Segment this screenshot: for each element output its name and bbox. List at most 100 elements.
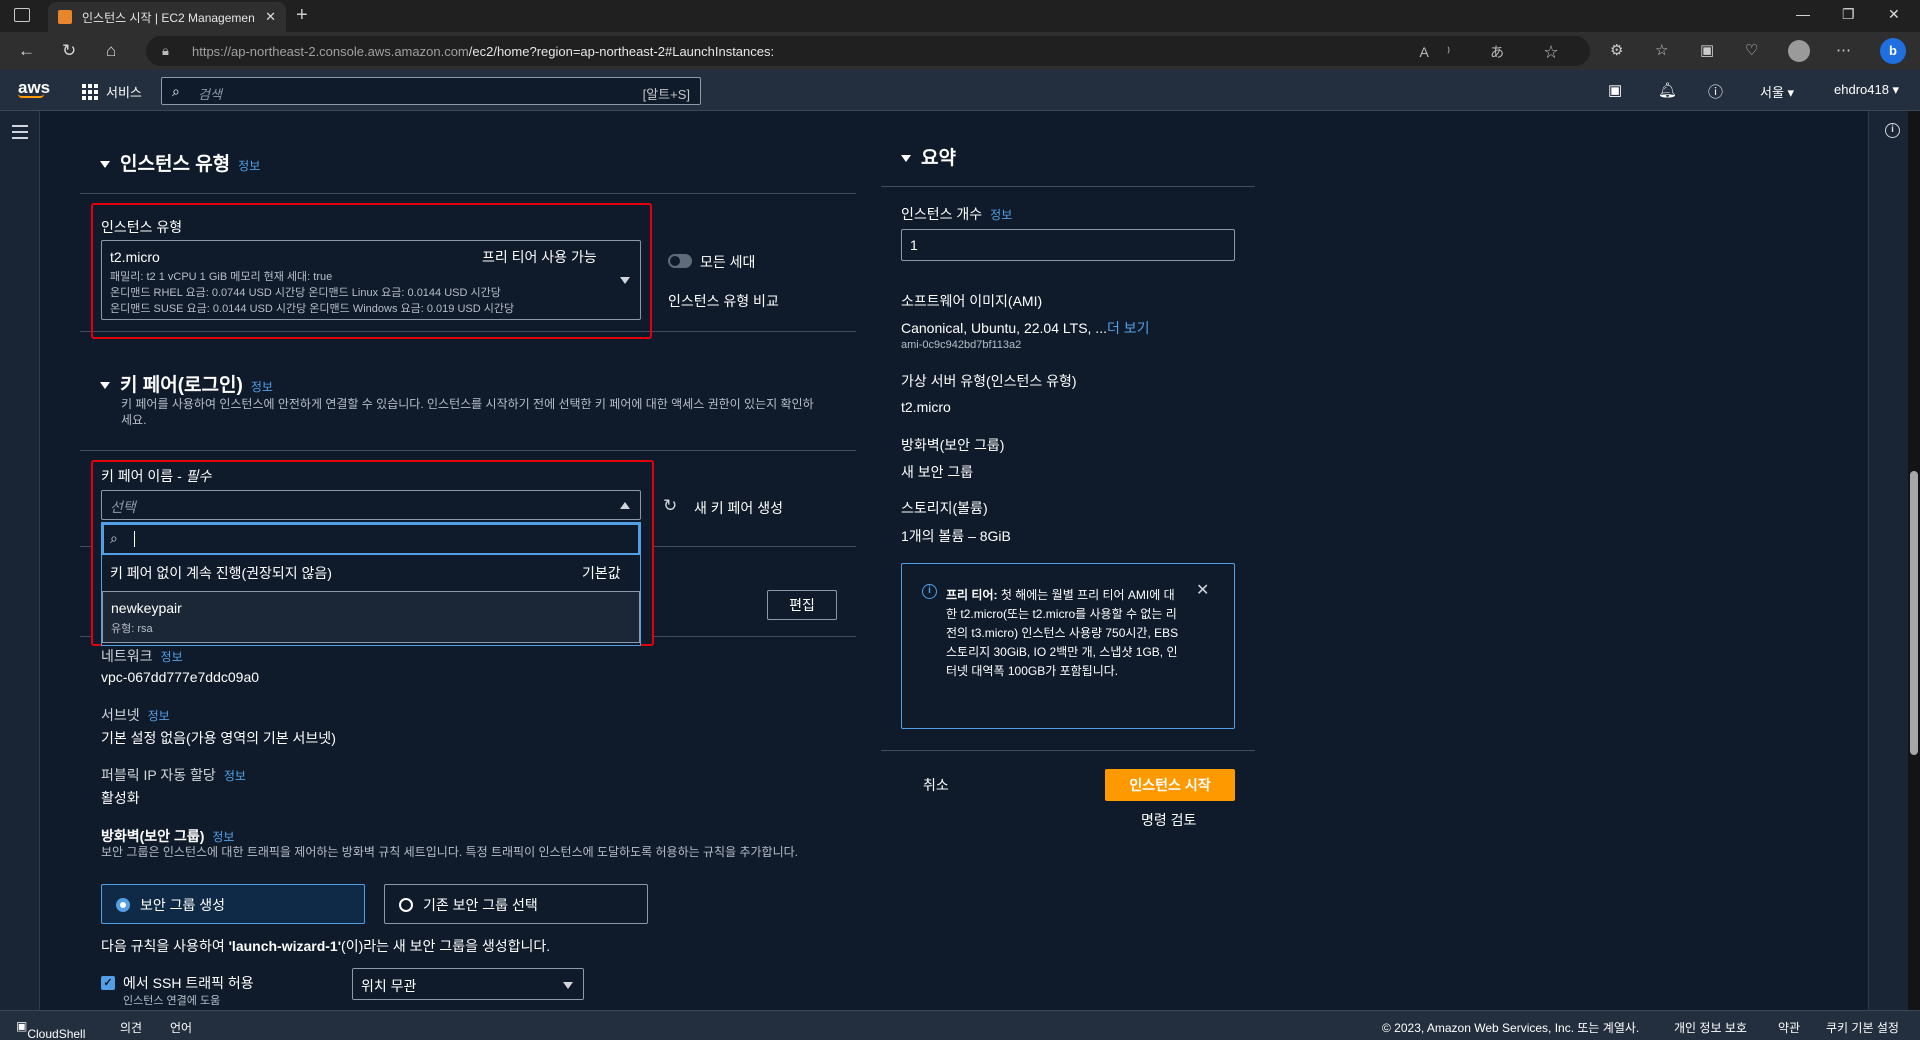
option-label: newkeypair (111, 600, 182, 616)
ssh-checkbox[interactable]: ✓ (101, 976, 115, 990)
copyright-text: © 2023, Amazon Web Services, Inc. 또는 계열사… (1382, 1021, 1640, 1035)
close-window-icon[interactable]: ✕ (1888, 6, 1900, 23)
collapse-icon (100, 161, 110, 169)
browser-tab[interactable]: 인스턴스 시작 | EC2 Managemen ✕ (48, 2, 286, 32)
back-icon[interactable]: ← (18, 41, 35, 61)
instance-type-section: 인스턴스 유형 정보 인스턴스 유형 t2.micro 프리 티어 사용 가능 패… (80, 121, 856, 339)
browser-tab-bar: 인스턴스 시작 | EC2 Managemen ✕ + — ❐ ✕ (0, 0, 1920, 32)
radio-selected (116, 898, 130, 912)
info-link[interactable]: 정보 (238, 159, 260, 173)
aws-logo-text: aws (18, 78, 51, 97)
launch-form: 인스턴스 유형 정보 인스턴스 유형 t2.micro 프리 티어 사용 가능 패… (80, 111, 856, 1010)
key-pair-option-newkeypair[interactable]: newkeypair 유형: rsa (102, 591, 640, 643)
info-link[interactable]: 정보 (148, 709, 170, 723)
left-rail (0, 111, 40, 1010)
region-selector[interactable]: 서울 ▾ (1760, 82, 1794, 101)
terms-link[interactable]: 약관 (1778, 1019, 1800, 1036)
instance-type-link[interactable]: 가상 서버 유형(인스턴스 유형) (901, 371, 1077, 391)
notifications-icon[interactable]: 🔔︎ (1658, 81, 1677, 99)
chevron-up-icon (620, 502, 630, 509)
collapse-icon (901, 155, 911, 163)
launch-instance-button[interactable]: 인스턴스 시작 (1105, 769, 1235, 801)
new-tab-icon[interactable]: + (296, 4, 308, 27)
summary-header[interactable]: 요약 (881, 123, 1255, 187)
info-link[interactable]: 정보 (212, 830, 234, 844)
info-link[interactable]: 정보 (251, 380, 273, 394)
services-menu[interactable]: 서비스 (82, 82, 142, 101)
security-group-link[interactable]: 방화벽(보안 그룹) (901, 435, 1004, 455)
key-pair-search-input[interactable]: ⌕ (102, 523, 640, 555)
cancel-button[interactable]: 취소 (923, 775, 949, 795)
review-commands-link[interactable]: 명령 검토 (1141, 810, 1196, 830)
reload-icon[interactable]: ↻ (62, 41, 76, 61)
account-menu[interactable]: ehdro418 ▾ (1834, 82, 1899, 98)
home-icon[interactable]: ⌂ (106, 41, 116, 61)
aws-logo[interactable]: aws (18, 78, 50, 98)
window-menu-icon[interactable] (14, 8, 30, 22)
services-grid-icon (82, 83, 98, 100)
storage-link[interactable]: 스토리지(볼륨) (901, 498, 988, 518)
minimize-icon[interactable]: — (1796, 6, 1810, 22)
edit-network-button[interactable]: 편집 (767, 590, 837, 620)
search-input[interactable]: ⌕ 검색 [알트+S] (161, 77, 701, 105)
language-link[interactable]: 언어 (170, 1019, 192, 1036)
collections-icon[interactable]: ▣ (1700, 41, 1714, 59)
info-icon: i (922, 584, 937, 599)
cloudshell-icon[interactable]: ▣ (1608, 81, 1622, 99)
instance-type-label: 인스턴스 유형 (101, 219, 183, 235)
subnet-label: 서브넷 정보 (101, 707, 170, 723)
option-label: 키 페어 없이 계속 진행(권장되지 않음) (110, 565, 332, 581)
info-panel-icon[interactable]: i (1885, 123, 1900, 138)
create-security-group-option[interactable]: 보안 그룹 생성 (101, 884, 365, 924)
info-link[interactable]: 정보 (990, 208, 1012, 222)
cloudshell-footer-button[interactable]: ▣ CloudShell (16, 1019, 85, 1040)
instance-type-value: t2.micro (901, 399, 951, 415)
compare-instance-types-link[interactable]: 인스턴스 유형 비교 (668, 291, 779, 311)
chevron-down-icon (620, 277, 630, 284)
chevron-down-icon (563, 982, 573, 989)
ssh-source-dropdown[interactable]: 위치 무관 (352, 968, 584, 1000)
close-icon[interactable]: ✕ (1196, 580, 1209, 600)
info-link[interactable]: 정보 (224, 769, 246, 783)
instance-count-input[interactable] (901, 229, 1235, 261)
firewall-label: 방화벽(보안 그룹) 정보 (101, 828, 235, 844)
page-scrollbar[interactable] (1908, 111, 1920, 1010)
aws-favicon-icon (58, 10, 72, 24)
more-link[interactable]: 더 보기 (1107, 320, 1150, 336)
browser-essentials-icon[interactable]: ♡ (1745, 41, 1758, 59)
refresh-icon[interactable]: ↻ (663, 496, 677, 516)
restore-icon[interactable]: ❐ (1842, 6, 1855, 23)
aws-top-nav: aws 서비스 ⌕ 검색 [알트+S] ▣ 🔔︎ ⓘ 서울 ▾ ehdro418… (0, 70, 1920, 111)
search-shortcut: [알트+S] (642, 87, 690, 102)
instance-type-header[interactable]: 인스턴스 유형 정보 (100, 149, 260, 176)
bing-icon[interactable]: b (1880, 38, 1906, 64)
section-title: 인스턴스 유형 (120, 154, 231, 175)
selected-instance-type: t2.micro (110, 249, 160, 265)
close-tab-icon[interactable]: ✕ (265, 9, 276, 25)
cookie-preferences-link[interactable]: 쿠키 기본 설정 (1826, 1019, 1899, 1036)
menu-icon[interactable] (12, 125, 28, 143)
more-menu-icon[interactable]: ⋯ (1836, 41, 1851, 59)
profile-avatar[interactable] (1788, 40, 1810, 62)
feedback-link[interactable]: 의견 (120, 1019, 142, 1036)
help-icon[interactable]: ⓘ (1708, 81, 1723, 102)
pricing-line-1: 온디맨드 RHEL 요금: 0.0744 USD 시간당 온디맨드 Linux … (110, 287, 501, 299)
all-generations-toggle[interactable] (668, 254, 692, 268)
info-link[interactable]: 정보 (161, 650, 183, 664)
address-bar-actions[interactable]: A⁾ あ ☆ (1419, 42, 1576, 62)
select-existing-security-group-option[interactable]: 기존 보안 그룹 선택 (384, 884, 648, 924)
address-bar[interactable]: 🔒︎ https://ap-northeast-2.console.aws.am… (146, 36, 1590, 66)
free-tier-badge: 프리 티어 사용 가능 (482, 249, 597, 265)
favorites-icon[interactable]: ☆ (1655, 41, 1668, 59)
ami-link[interactable]: 소프트웨어 이미지(AMI) (901, 291, 1042, 311)
create-key-pair-link[interactable]: 새 키 페어 생성 (694, 498, 783, 518)
ssh-label: 에서 SSH 트래픽 허용 (123, 975, 254, 991)
key-pair-header[interactable]: 키 페어(로그인) 정보 (100, 370, 273, 397)
scrollbar-thumb[interactable] (1910, 471, 1918, 755)
key-pair-option-none[interactable]: 키 페어 없이 계속 진행(권장되지 않음) 기본값 (102, 555, 640, 589)
extensions-icon[interactable]: ⚙ (1610, 41, 1623, 59)
privacy-link[interactable]: 개인 정보 보호 (1674, 1019, 1747, 1036)
collapse-icon (100, 382, 110, 390)
instance-type-dropdown[interactable]: t2.micro 프리 티어 사용 가능 패밀리: t2 1 vCPU 1 Gi… (101, 240, 641, 320)
key-pair-select[interactable]: 선택 (101, 490, 641, 520)
